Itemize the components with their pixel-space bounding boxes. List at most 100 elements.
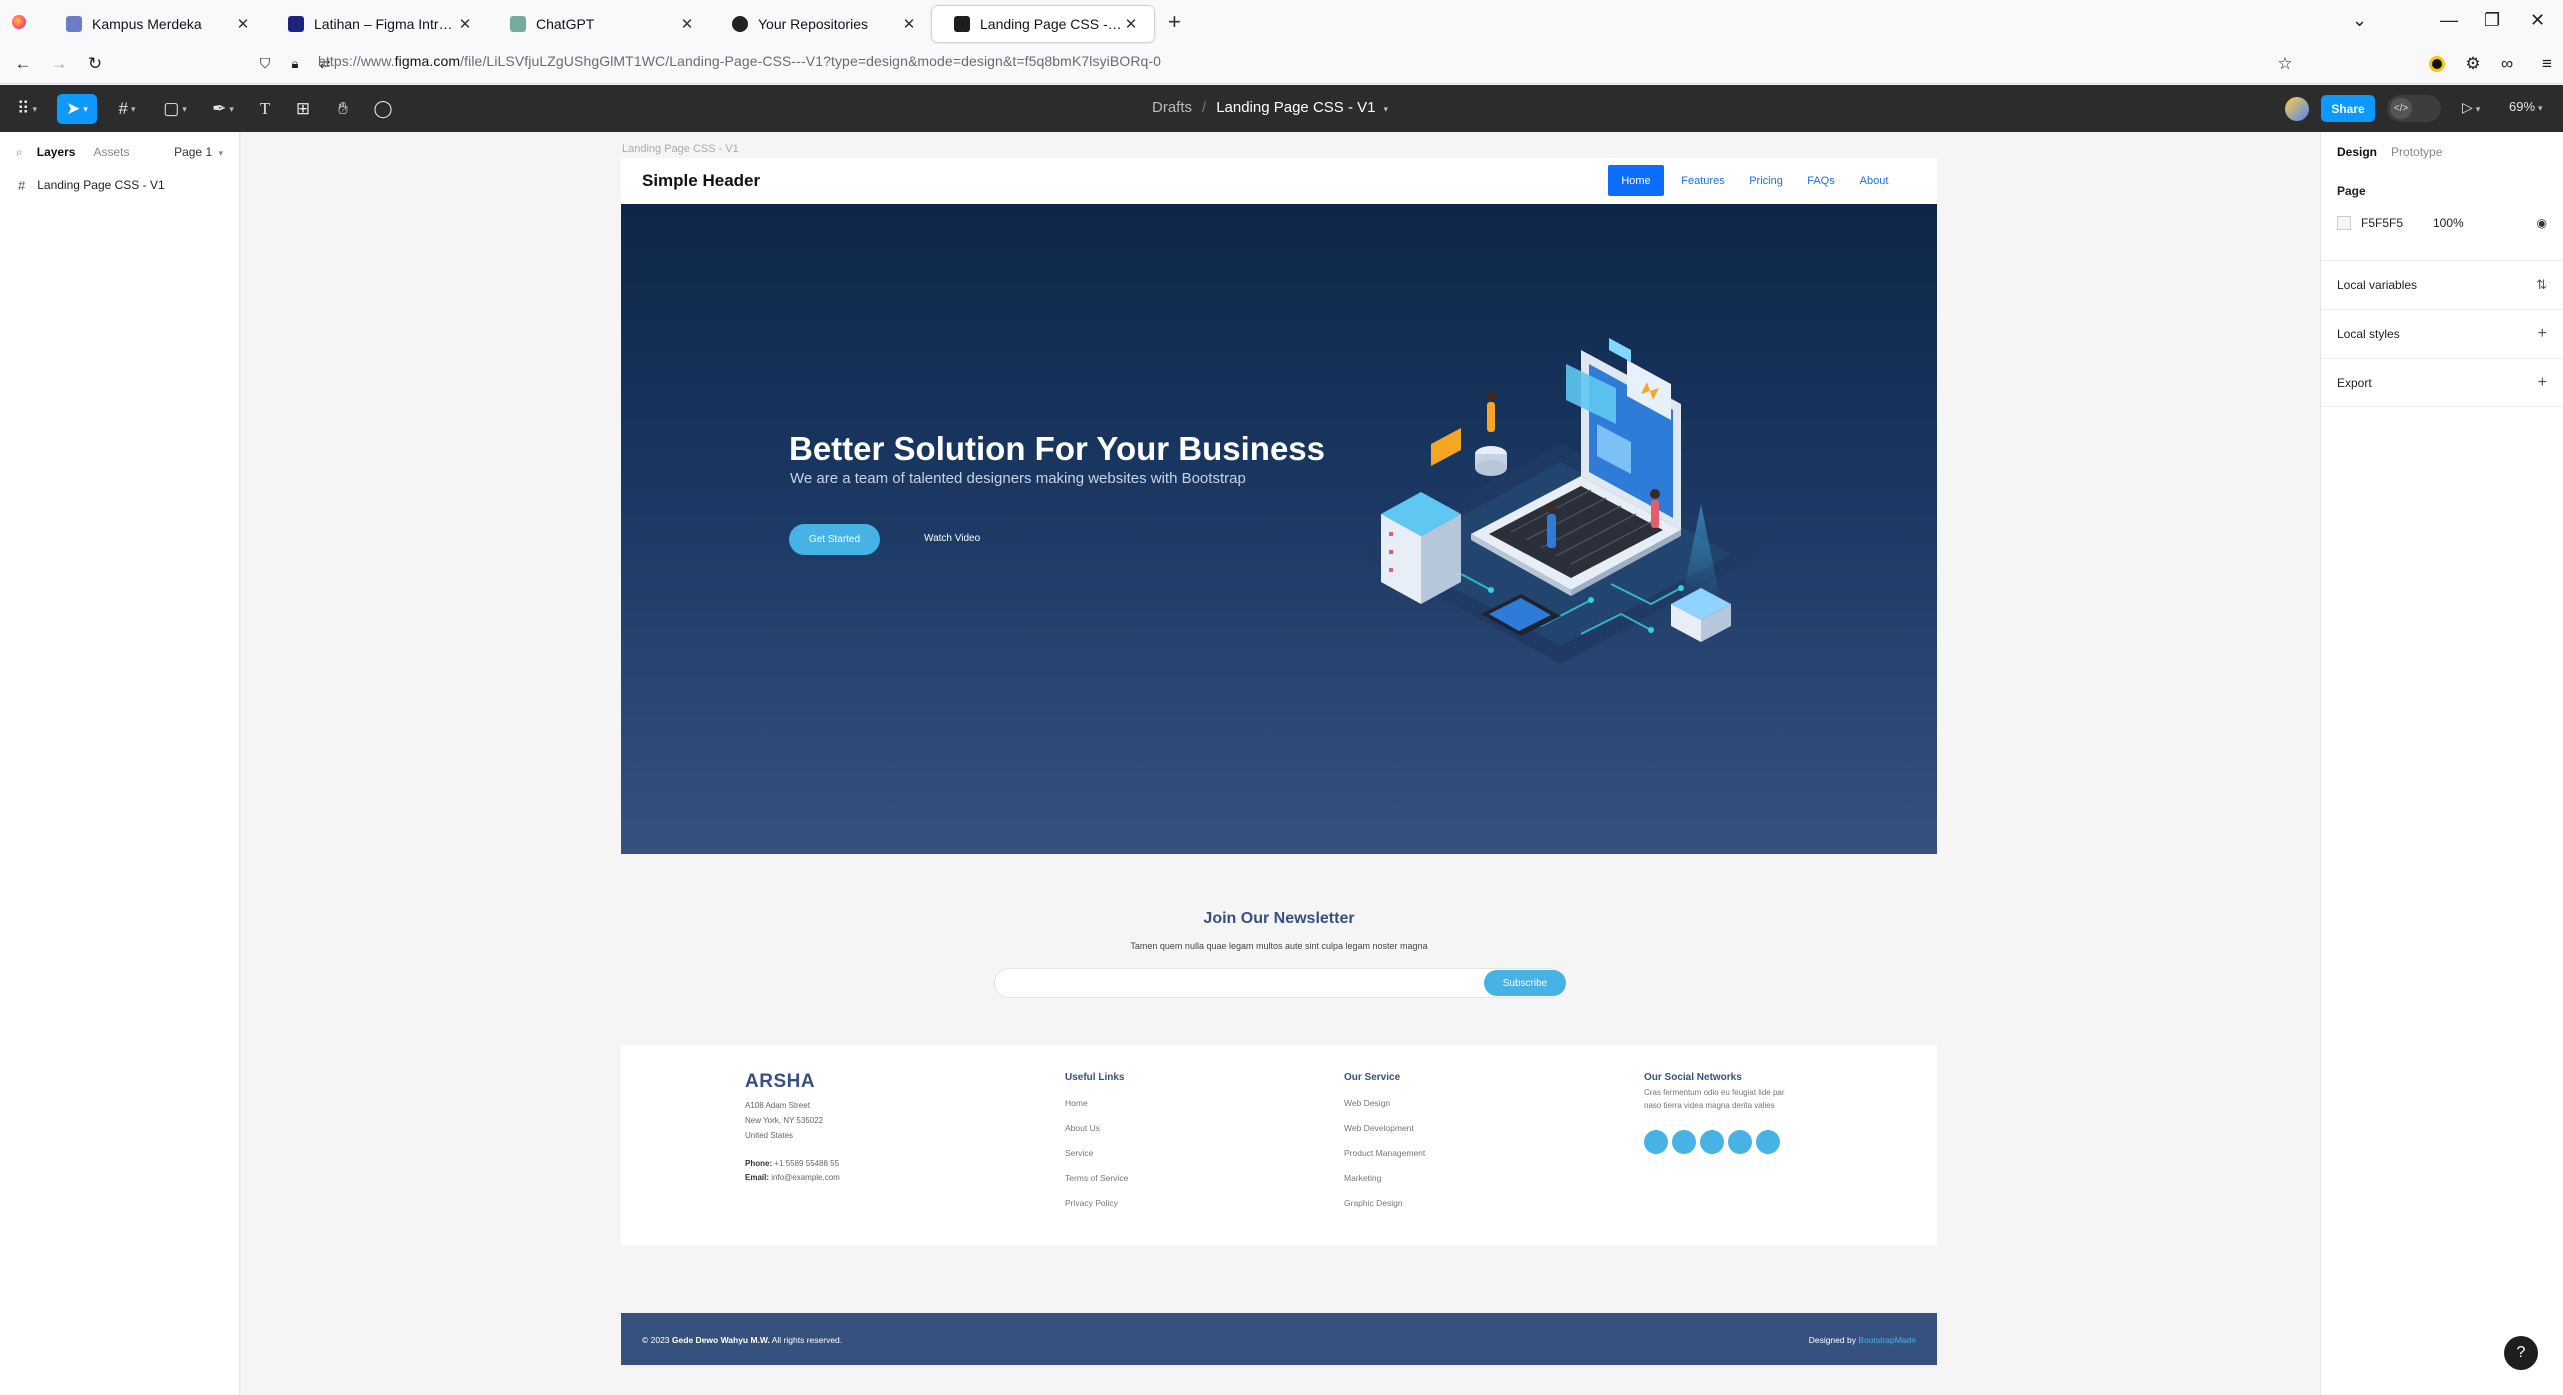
facebook-icon[interactable]: [1672, 1130, 1696, 1154]
designed-by-link[interactable]: BootstrapMade: [1858, 1335, 1916, 1345]
footer-link[interactable]: About Us: [1065, 1123, 1100, 1133]
tracking-shield-icon[interactable]: ⛉: [252, 51, 278, 77]
footer-link[interactable]: Service: [1065, 1148, 1093, 1158]
close-icon[interactable]: ✕: [1122, 15, 1140, 33]
export-row[interactable]: Export +: [2321, 358, 2563, 407]
new-tab-icon[interactable]: +: [1168, 9, 1181, 35]
newsletter-email-input[interactable]: [994, 968, 1564, 998]
share-button[interactable]: Share: [2321, 95, 2375, 122]
frame-tool-icon[interactable]: # ▾: [108, 94, 146, 124]
tab-kampus-merdeka[interactable]: Kampus Merdeka ✕: [44, 6, 266, 42]
link-icon[interactable]: ∞: [2494, 51, 2520, 77]
firefox-icon[interactable]: [12, 15, 26, 29]
page-opacity-value[interactable]: 100%: [2433, 216, 2464, 230]
eye-icon[interactable]: ◉: [2537, 216, 2547, 230]
layer-item[interactable]: # Landing Page CSS - V1: [0, 172, 239, 198]
tab-figma-introduction[interactable]: Latihan – Figma Introduction Ir ✕: [266, 6, 488, 42]
copyright-prefix: © 2023: [642, 1335, 670, 1345]
tab-your-repositories[interactable]: Your Repositories ✕: [710, 6, 932, 42]
pen-tool-icon[interactable]: ✒ ▾: [204, 94, 242, 124]
shape-tool-icon[interactable]: ▢ ▾: [156, 94, 194, 124]
twitter-icon[interactable]: [1644, 1130, 1668, 1154]
tab-assets[interactable]: Assets: [93, 145, 129, 159]
chevron-down-icon[interactable]: ▾: [1383, 104, 1388, 114]
address-bar[interactable]: https://www.figma.com/file/LiLSVfjuLZgUS…: [318, 53, 1161, 69]
lock-icon[interactable]: 🔒︎: [282, 51, 308, 77]
restore-icon[interactable]: ❐: [2484, 10, 2500, 31]
newsletter-text: Tamen quem nulla quae legam multos aute …: [1130, 941, 1428, 951]
sliders-icon[interactable]: ⇅: [2536, 277, 2547, 293]
tab-layers[interactable]: Layers: [37, 145, 76, 159]
minimize-icon[interactable]: —: [2440, 10, 2458, 31]
landing-page-frame[interactable]: Simple Header Home Features Pricing FAQs…: [621, 158, 1937, 1365]
tab-title: Latihan – Figma Introduction Ir: [314, 16, 456, 32]
menu-icon[interactable]: ≡: [2534, 51, 2560, 77]
list-all-tabs-icon[interactable]: ⌄: [2352, 10, 2367, 31]
page-color-value[interactable]: F5F5F5: [2361, 216, 2433, 230]
move-tool-icon[interactable]: ➤ ▾: [57, 94, 97, 124]
footer-link[interactable]: Privacy Policy: [1065, 1198, 1118, 1208]
back-icon[interactable]: ←: [10, 51, 36, 77]
tab-prototype[interactable]: Prototype: [2391, 145, 2442, 159]
tab-figma-landing-page[interactable]: Landing Page CSS - V1 – Figma ✕: [932, 6, 1154, 42]
plus-icon[interactable]: +: [2538, 374, 2547, 392]
nav-faqs[interactable]: FAQs: [1799, 165, 1843, 196]
color-swatch[interactable]: [2337, 216, 2351, 230]
dev-mode-toggle[interactable]: </>: [2387, 95, 2441, 122]
nav-about[interactable]: About: [1849, 165, 1899, 196]
watch-video-link[interactable]: Watch Video: [924, 533, 980, 544]
address-line: New York, NY 535022: [745, 1116, 824, 1125]
text-tool-icon[interactable]: T: [252, 94, 278, 124]
subscribe-button[interactable]: Subscribe: [1484, 970, 1566, 996]
file-name[interactable]: Landing Page CSS - V1: [1216, 99, 1375, 116]
tab-design[interactable]: Design: [2337, 145, 2377, 159]
resources-icon[interactable]: ⊞: [290, 94, 316, 124]
search-icon[interactable]: ⌕: [16, 145, 23, 160]
nav-pricing[interactable]: Pricing: [1741, 165, 1791, 196]
page-selector[interactable]: Page 1 ▾: [174, 145, 223, 159]
footer-link[interactable]: Home: [1065, 1098, 1088, 1108]
present-icon[interactable]: ▷ ▾: [2462, 99, 2480, 116]
footer-link[interactable]: Terms of Service: [1065, 1173, 1128, 1183]
window-close-icon[interactable]: ✕: [2530, 10, 2545, 31]
service-link[interactable]: Graphic Design: [1344, 1198, 1403, 1208]
nav-home[interactable]: Home: [1608, 165, 1664, 196]
comment-tool-icon[interactable]: ◯: [370, 94, 396, 124]
drafts-link[interactable]: Drafts: [1152, 99, 1192, 116]
instagram-icon[interactable]: [1700, 1130, 1724, 1154]
file-breadcrumb[interactable]: Drafts / Landing Page CSS - V1 ▾: [1152, 99, 1388, 116]
service-link[interactable]: Marketing: [1344, 1173, 1381, 1183]
site-logo[interactable]: Simple Header: [642, 171, 760, 191]
plus-icon[interactable]: +: [2538, 325, 2547, 343]
reload-icon[interactable]: ↻: [82, 51, 108, 77]
close-icon[interactable]: ✕: [234, 15, 252, 33]
page-selector-label: Page 1: [174, 145, 213, 159]
hand-tool-icon[interactable]: ✋︎: [330, 94, 356, 124]
extensions-icon[interactable]: ⚙: [2460, 51, 2486, 77]
help-button[interactable]: ?: [2504, 1336, 2538, 1370]
frame-label[interactable]: Landing Page CSS - V1: [622, 143, 739, 155]
figma-canvas[interactable]: Landing Page CSS - V1 Simple Header Home…: [241, 132, 2320, 1395]
figma-main-menu-icon[interactable]: ⠿ ▾: [10, 94, 44, 124]
forward-icon[interactable]: →: [46, 51, 72, 77]
get-started-button[interactable]: Get Started: [789, 524, 880, 555]
linkedin-icon[interactable]: [1756, 1130, 1780, 1154]
local-variables-row[interactable]: Local variables ⇅: [2321, 260, 2563, 309]
service-link[interactable]: Product Management: [1344, 1148, 1425, 1158]
nav-features[interactable]: Features: [1674, 165, 1732, 196]
bookmark-star-icon[interactable]: ☆: [2272, 51, 2298, 77]
figma-favicon-icon: [954, 16, 970, 32]
close-icon[interactable]: ✕: [678, 15, 696, 33]
tab-chatgpt[interactable]: ChatGPT ✕: [488, 6, 710, 42]
local-styles-row[interactable]: Local styles +: [2321, 309, 2563, 358]
service-link[interactable]: Web Design: [1344, 1098, 1390, 1108]
service-link[interactable]: Web Development: [1344, 1123, 1414, 1133]
skype-icon[interactable]: [1728, 1130, 1752, 1154]
profile-icon[interactable]: [2424, 51, 2450, 77]
close-icon[interactable]: ✕: [456, 15, 474, 33]
avatar[interactable]: [2285, 97, 2309, 121]
zoom-dropdown[interactable]: 69% ▾: [2509, 99, 2543, 114]
social-title: Our Social Networks: [1644, 1072, 1742, 1083]
page-fill-row[interactable]: F5F5F5 100% ◉: [2337, 216, 2547, 230]
close-icon[interactable]: ✕: [900, 15, 918, 33]
